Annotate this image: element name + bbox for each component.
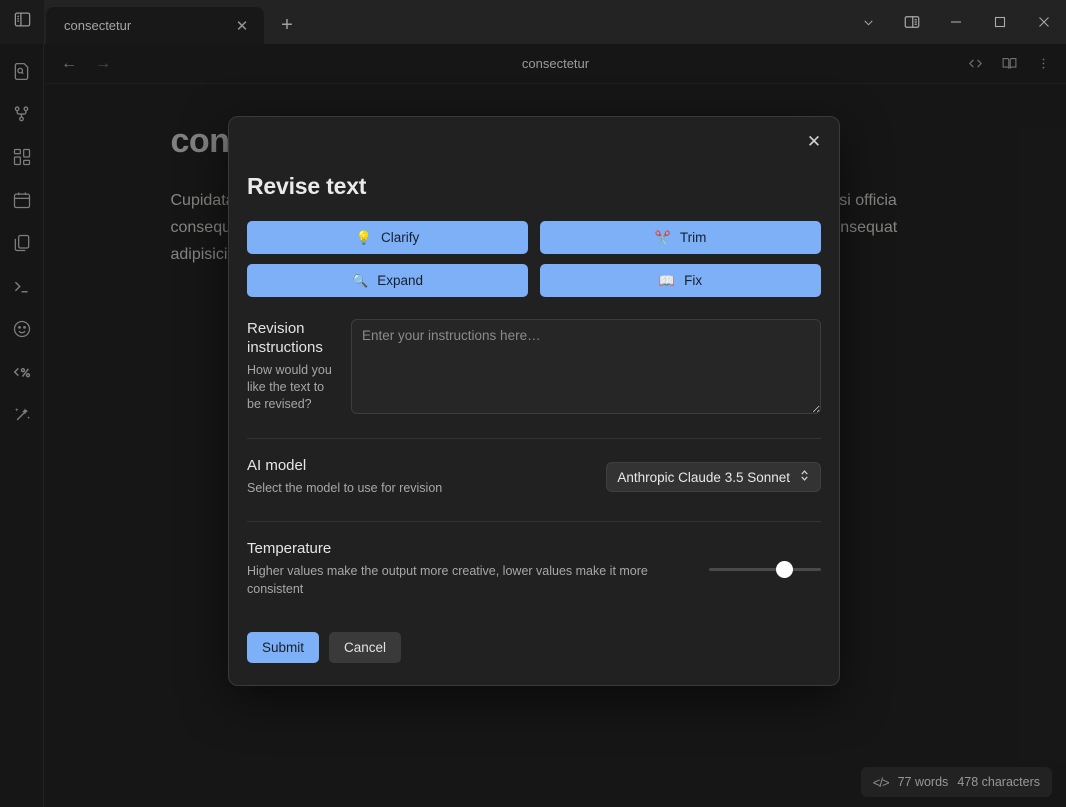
temperature-row: Temperature Higher values make the outpu… xyxy=(229,522,839,598)
revision-instructions-input[interactable] xyxy=(351,319,821,414)
magnifier-icon: 🔍 xyxy=(352,273,369,288)
cancel-button[interactable]: Cancel xyxy=(329,632,402,663)
submit-button[interactable]: Submit xyxy=(247,632,320,663)
temperature-text: Temperature Higher values make the outpu… xyxy=(247,540,691,598)
fix-label: Fix xyxy=(684,273,703,288)
close-icon[interactable]: ✕ xyxy=(799,127,829,157)
ai-model-selected-value: Anthropic Claude 3.5 Sonnet xyxy=(617,469,790,485)
scissors-icon: ✂️ xyxy=(654,230,671,245)
revision-instructions-help: How would you like the text to be revise… xyxy=(247,363,332,411)
lightbulb-icon: 💡 xyxy=(355,230,372,245)
revise-text-dialog: ✕ Revise text 💡 Clarify ✂️ Trim 🔍 Expand… xyxy=(228,116,840,686)
expand-button[interactable]: 🔍 Expand xyxy=(247,264,528,297)
chevron-up-down-icon xyxy=(799,468,810,486)
temperature-title: Temperature xyxy=(247,540,332,557)
trim-button[interactable]: ✂️ Trim xyxy=(540,221,821,254)
app-window: consectetur ✕ + ← → consectetur Cupidata… xyxy=(0,0,1066,807)
temperature-slider[interactable] xyxy=(709,559,821,579)
revision-instructions-labels: Revision instructions How would you like… xyxy=(247,319,337,414)
open-book-icon: 📖 xyxy=(658,273,676,288)
slider-thumb[interactable] xyxy=(775,560,793,578)
trim-label: Trim xyxy=(679,230,707,245)
ai-model-select[interactable]: Anthropic Claude 3.5 Sonnet xyxy=(606,462,821,492)
temperature-description: Higher values make the output more creat… xyxy=(247,564,648,596)
ai-model-text: AI model Select the model to use for rev… xyxy=(247,457,588,497)
ai-model-description: Select the model to use for revision xyxy=(247,481,443,495)
dialog-title: Revise text xyxy=(247,173,367,199)
expand-label: Expand xyxy=(377,273,423,288)
revision-instructions-row: Revision instructions How would you like… xyxy=(229,297,839,414)
revision-instructions-label: Revision instructions xyxy=(247,320,323,356)
slider-track xyxy=(709,567,821,571)
fix-button[interactable]: 📖 Fix xyxy=(540,264,821,297)
ai-model-title: AI model xyxy=(247,457,307,474)
clarify-label: Clarify xyxy=(380,230,420,245)
clarify-button[interactable]: 💡 Clarify xyxy=(247,221,528,254)
ai-model-row: AI model Select the model to use for rev… xyxy=(229,439,839,497)
dialog-actions: Submit Cancel xyxy=(229,598,839,663)
quick-action-grid: 💡 Clarify ✂️ Trim 🔍 Expand 📖 Fix xyxy=(229,200,839,297)
